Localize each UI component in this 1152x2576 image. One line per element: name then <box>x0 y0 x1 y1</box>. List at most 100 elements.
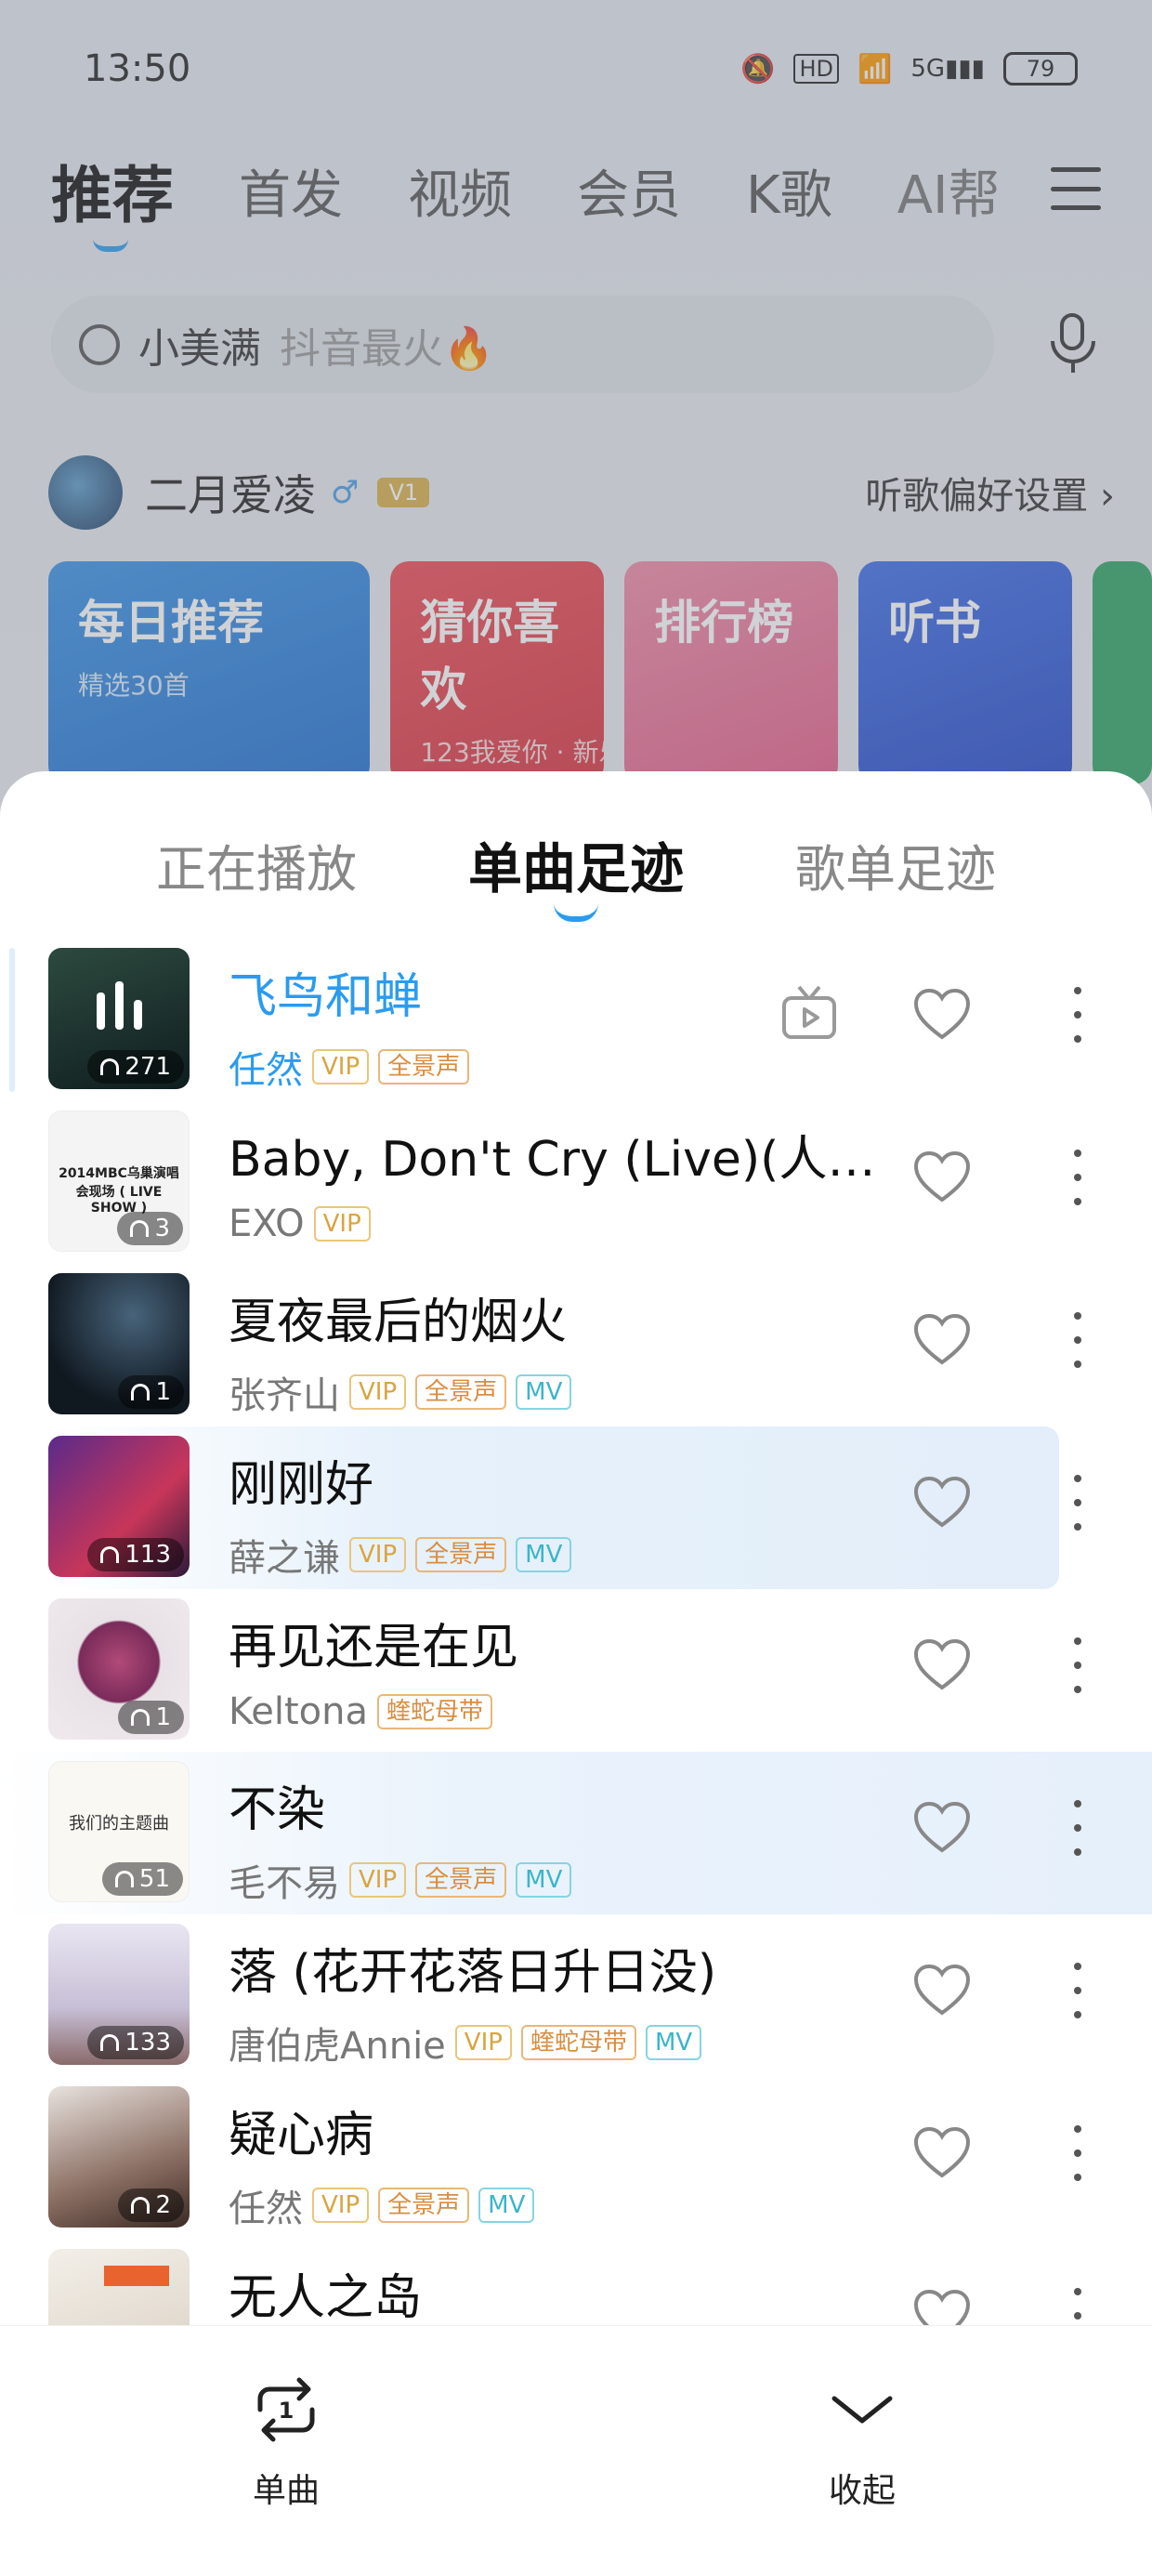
vip-tag: VIP <box>349 1537 407 1572</box>
more-icon[interactable] <box>1068 1150 1087 1205</box>
song-artist: 毛不易 <box>229 1862 340 1905</box>
mv-tag[interactable]: MV <box>478 2188 535 2223</box>
more-icon[interactable] <box>1068 1475 1087 1531</box>
more-icon[interactable] <box>1068 987 1087 1043</box>
master-tag: 蝰蛇母带 <box>376 1694 492 1729</box>
tab-playlist-history[interactable]: 歌单足迹 <box>795 828 996 901</box>
cover-text: 2014MBC乌巢演唱会现场 ( LIVE SHOW ) <box>59 1166 179 1216</box>
cover-text: 我们的主题曲 <box>69 1814 169 1833</box>
album-cover: 1 <box>48 1598 190 1740</box>
repeat-one-icon: 1 <box>257 2377 315 2442</box>
chevron-down-icon <box>831 2396 893 2424</box>
play-count: 271 <box>87 1050 184 1084</box>
album-cover: 1 <box>48 1273 190 1414</box>
song-artist: 任然 <box>229 1049 303 1092</box>
heart-icon[interactable] <box>912 1800 972 1856</box>
song-title: 再见还是在见 <box>229 1620 519 1676</box>
album-cover: 2 <box>48 2086 190 2228</box>
surround-tag: 全景声 <box>415 1537 507 1572</box>
more-icon[interactable] <box>1068 1963 1087 2018</box>
song-title: 疑心病 <box>229 2108 374 2163</box>
heart-icon[interactable] <box>912 987 972 1043</box>
play-mode-button[interactable]: 1 单曲 <box>193 2372 379 2512</box>
song-artist: Keltona <box>229 1690 368 1733</box>
album-cover: 271 <box>48 948 190 1089</box>
vip-tag: VIP <box>349 1862 407 1898</box>
list-item[interactable]: 1 夏夜最后的烟火 张齐山 VIP 全景声 MV <box>0 1264 1152 1426</box>
mv-tag[interactable]: MV <box>645 2025 702 2060</box>
play-count: 1 <box>118 1701 184 1734</box>
headphone-icon <box>131 2197 151 2214</box>
tab-song-history[interactable]: 单曲足迹 <box>468 825 684 922</box>
play-count: 3 <box>117 1212 183 1245</box>
heart-icon[interactable] <box>912 1312 972 1368</box>
song-artist: 唐伯虎Annie <box>229 2025 446 2068</box>
tab-now-playing[interactable]: 正在播放 <box>156 828 357 901</box>
vip-tag: VIP <box>312 2188 370 2223</box>
master-tag: 蝰蛇母带 <box>520 2025 636 2060</box>
list-item[interactable]: 113 刚刚好 薛之谦 VIP 全景声 MV <box>0 1426 1152 1589</box>
surround-tag: 全景声 <box>415 1862 507 1898</box>
song-artist: 张齐山 <box>229 1374 340 1417</box>
heart-icon[interactable] <box>912 1475 972 1531</box>
more-icon[interactable] <box>1068 1637 1087 1693</box>
heart-icon[interactable] <box>912 2125 972 2181</box>
album-cover: 我们的主题曲 51 <box>48 1761 190 1902</box>
album-cover: 2014MBC乌巢演唱会现场 ( LIVE SHOW ) 3 <box>48 1111 190 1252</box>
more-icon[interactable] <box>1068 1312 1087 1368</box>
song-artist: 任然 <box>229 2188 303 2230</box>
vip-tag: VIP <box>349 1374 407 1410</box>
play-count: 113 <box>87 1538 184 1571</box>
play-mode-label: 单曲 <box>252 2472 320 2510</box>
more-icon[interactable] <box>1068 1800 1087 1856</box>
play-count: 1 <box>118 1375 184 1409</box>
vip-tag: VIP <box>454 2025 512 2060</box>
play-count: 133 <box>87 2026 184 2059</box>
dim-overlay[interactable] <box>0 0 1152 836</box>
heart-icon[interactable] <box>912 1637 972 1693</box>
list-item[interactable]: 133 落 (花开花落日升日没) 唐伯虎Annie VIP 蝰蛇母带 MV <box>0 1914 1152 2077</box>
mv-tag[interactable]: MV <box>516 1374 572 1410</box>
heart-icon[interactable] <box>912 1963 972 2018</box>
headphone-icon <box>131 1709 151 1726</box>
mv-tag[interactable]: MV <box>516 1537 572 1572</box>
song-title: 不染 <box>229 1782 326 1838</box>
song-artist: EXO <box>229 1203 305 1245</box>
song-title: Baby, Don't Cry (Live)(人鱼的... <box>229 1132 879 1188</box>
song-list: 271 飞鸟和蝉 任然 VIP 全景声 2014MBC乌巢演唱会现场 (LIV… <box>0 939 1152 2402</box>
play-count: 51 <box>101 1862 183 1896</box>
surround-tag: 全景声 <box>378 2188 470 2223</box>
bottom-bar: 1 单曲 收起 <box>0 2325 1152 2576</box>
more-icon[interactable] <box>1068 2125 1087 2181</box>
song-title: 夏夜最后的烟火 <box>229 1295 568 1350</box>
surround-tag: 全景声 <box>415 1374 507 1410</box>
play-count: 2 <box>118 2188 184 2222</box>
list-item[interactable]: 271 飞鸟和蝉 任然 VIP 全景声 <box>0 939 1152 1101</box>
headphone-icon <box>100 1058 120 1075</box>
surround-tag: 全景声 <box>378 1049 470 1084</box>
song-title: 无人之岛 <box>229 2270 423 2326</box>
list-item[interactable]: 2014MBC乌巢演唱会现场 ( LIVE SHOW ) 3 Baby, Don… <box>0 1101 1152 1264</box>
headphone-icon <box>130 1220 150 1237</box>
song-artist: 薛之谦 <box>229 1537 340 1580</box>
vip-tag: VIP <box>312 1049 370 1084</box>
svg-text:1: 1 <box>279 2398 295 2424</box>
headphone-icon <box>131 1384 151 1400</box>
album-cover: 133 <box>48 1924 190 2065</box>
song-title: 落 (花开花落日升日没) <box>229 1945 717 2001</box>
headphone-icon <box>100 1546 120 1563</box>
history-sheet: 正在播放 单曲足迹 歌单足迹 271 飞鸟和蝉 任然 VIP 全景声 2014M… <box>0 771 1152 2576</box>
list-item[interactable]: 我们的主题曲 51 不染 毛不易 VIP 全景声 MV <box>0 1752 1152 1914</box>
album-cover: 113 <box>48 1436 190 1577</box>
sheet-tabs: 正在播放 单曲足迹 歌单足迹 <box>0 818 1152 922</box>
vip-tag: VIP <box>313 1206 371 1242</box>
list-item[interactable]: 1 再见还是在见 Keltona 蝰蛇母带 <box>0 1589 1152 1752</box>
mv-play-icon[interactable] <box>779 983 840 1045</box>
song-title: 刚刚好 <box>229 1457 374 1513</box>
mv-tag[interactable]: MV <box>516 1862 572 1898</box>
headphone-icon <box>100 2034 120 2051</box>
headphone-icon <box>114 1871 134 1887</box>
list-item[interactable]: 2 疑心病 任然 VIP 全景声 MV <box>0 2077 1152 2240</box>
collapse-button[interactable]: 收起 <box>769 2372 955 2512</box>
heart-icon[interactable] <box>912 1150 972 1205</box>
